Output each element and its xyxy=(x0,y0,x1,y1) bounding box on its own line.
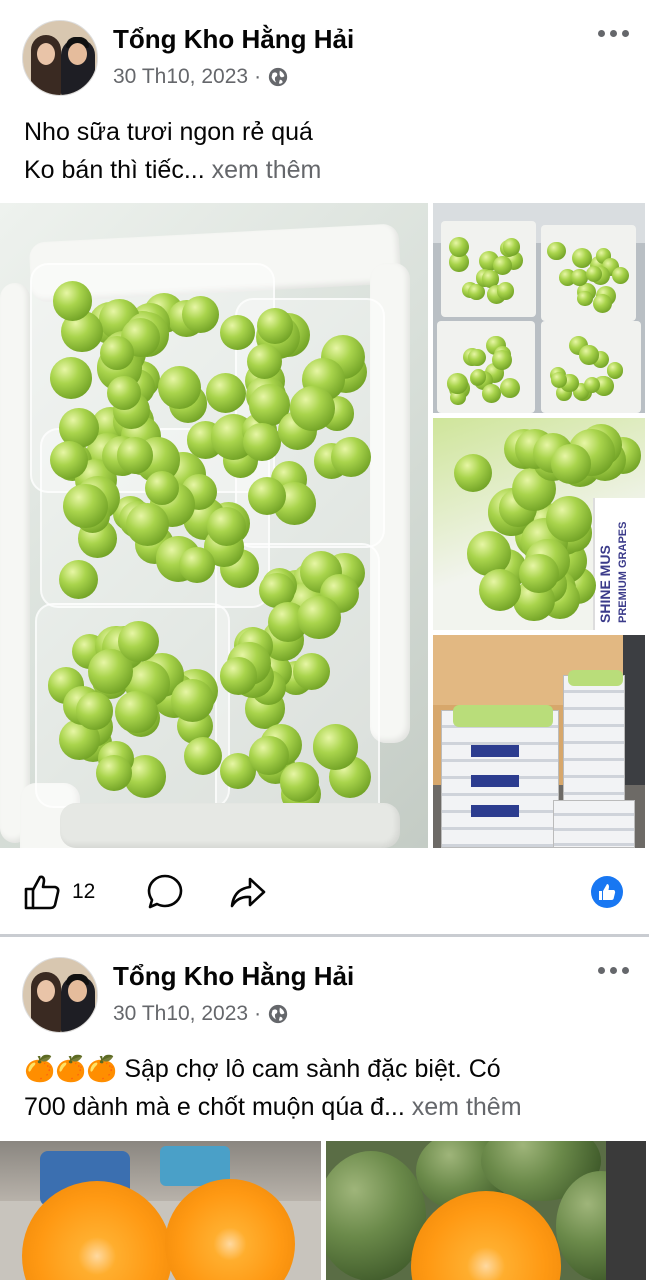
grape-decoration xyxy=(116,437,154,474)
grape-decoration xyxy=(182,295,220,333)
grape-decoration xyxy=(125,503,169,547)
avatar[interactable] xyxy=(22,20,98,96)
grape-decoration xyxy=(312,723,359,770)
post-photo-2[interactable] xyxy=(433,203,645,413)
grape-decoration xyxy=(606,362,623,379)
grape-decoration xyxy=(502,238,521,256)
grape-decoration xyxy=(330,436,371,477)
grape-decoration xyxy=(52,281,93,321)
grape-decoration xyxy=(257,308,293,344)
grape-decoration xyxy=(482,384,501,403)
box-label: SHINE MUS xyxy=(597,545,613,623)
grape-decoration xyxy=(496,282,514,300)
caption-emoji: 🍊🍊🍊 xyxy=(24,1055,118,1083)
post-photo-3[interactable]: PREMIUM GRAPES SHINE MUS xyxy=(433,418,645,630)
author-name[interactable]: Tổng Kho Hằng Hải xyxy=(113,961,354,992)
grape-decoration xyxy=(547,241,566,261)
grape-decoration xyxy=(99,335,135,371)
grape-decoration xyxy=(550,371,567,388)
grape-decoration xyxy=(449,236,470,257)
grape-decoration xyxy=(183,736,222,775)
post-photo-2[interactable] xyxy=(326,1141,646,1280)
box-label: PREMIUM GRAPES xyxy=(617,521,629,623)
globe-icon xyxy=(268,1004,288,1024)
post-photo-main[interactable] xyxy=(0,203,428,848)
caption-line: 700 dành mà e chốt muộn qúa đ... xyxy=(24,1093,405,1121)
post-date[interactable]: 30 Th10, 2023 xyxy=(113,65,248,89)
grape-decoration xyxy=(144,470,179,506)
like-button[interactable]: 12 xyxy=(22,872,95,912)
grape-decoration xyxy=(206,507,246,547)
meta-separator: · xyxy=(254,65,262,88)
grape-decoration xyxy=(157,365,201,409)
grape-decoration xyxy=(583,376,600,393)
grape-decoration xyxy=(454,453,493,492)
comment-button[interactable] xyxy=(145,872,185,912)
post-meta: 30 Th10, 2023 · xyxy=(113,1002,289,1026)
caption-line: Ko bán thì tiếc... xyxy=(24,156,205,184)
grape-decoration xyxy=(243,423,281,462)
post-actions: 12 xyxy=(0,850,649,934)
grape-decoration xyxy=(585,266,602,283)
more-options-icon[interactable] xyxy=(598,30,629,37)
grape-decoration xyxy=(468,348,486,367)
grape-decoration xyxy=(220,657,258,695)
post-photo-4[interactable] xyxy=(433,635,645,848)
post-caption: 🍊🍊🍊 Sập chợ lô cam sành đặc biệt. Có 700… xyxy=(24,1050,522,1126)
grape-decoration xyxy=(519,553,559,594)
grape-decoration xyxy=(50,440,88,479)
grape-decoration xyxy=(545,495,593,543)
grape-decoration xyxy=(279,762,320,802)
grape-decoration xyxy=(290,386,336,431)
avatar[interactable] xyxy=(22,957,98,1033)
grape-decoration xyxy=(49,356,92,399)
post-2: Tổng Kho Hằng Hải 30 Th10, 2023 · 🍊🍊🍊 Sậ… xyxy=(0,937,649,1280)
grape-decoration xyxy=(593,293,613,313)
caption-line: Sập chợ lô cam sành đặc biệt. Có xyxy=(124,1055,501,1083)
author-name[interactable]: Tổng Kho Hằng Hải xyxy=(113,24,354,55)
grape-decoration xyxy=(249,735,289,776)
post-header: Tổng Kho Hằng Hải 30 Th10, 2023 · xyxy=(0,937,649,1037)
see-more-link[interactable]: xem thêm xyxy=(412,1093,522,1121)
grape-decoration xyxy=(58,560,98,600)
post-photo-main[interactable] xyxy=(0,1141,321,1280)
grape-decoration xyxy=(297,595,341,640)
grape-decoration xyxy=(205,373,246,413)
grape-decoration xyxy=(179,547,215,583)
globe-icon xyxy=(268,67,288,87)
like-reaction-icon[interactable] xyxy=(591,876,623,908)
grape-decoration xyxy=(117,620,159,663)
grape-decoration xyxy=(493,255,513,275)
grape-decoration xyxy=(114,690,158,734)
grape-decoration xyxy=(292,652,330,690)
post-date[interactable]: 30 Th10, 2023 xyxy=(113,1002,248,1026)
grape-decoration xyxy=(579,345,599,365)
more-options-icon[interactable] xyxy=(598,967,629,974)
comment-icon xyxy=(147,874,183,909)
grape-decoration xyxy=(470,369,487,385)
post-caption: Nho sữa tươi ngon rẻ quá Ko bán thì tiếc… xyxy=(24,113,321,189)
thumbs-up-icon xyxy=(24,875,60,910)
post-meta: 30 Th10, 2023 · xyxy=(113,65,289,89)
grape-decoration xyxy=(96,755,133,792)
grape-decoration xyxy=(551,444,591,484)
caption-line: Nho sữa tươi ngon rẻ quá xyxy=(24,118,313,146)
post-header: Tổng Kho Hằng Hải 30 Th10, 2023 · xyxy=(0,0,649,100)
see-more-link[interactable]: xem thêm xyxy=(212,156,322,184)
like-count: 12 xyxy=(72,880,96,903)
grape-decoration xyxy=(447,373,469,394)
post-1: Tổng Kho Hằng Hải 30 Th10, 2023 · Nho sữ… xyxy=(0,0,649,935)
meta-separator: · xyxy=(254,1002,262,1025)
share-button[interactable] xyxy=(228,872,268,912)
grape-decoration xyxy=(572,247,593,268)
grape-decoration xyxy=(247,476,287,516)
grape-decoration xyxy=(220,314,256,350)
share-icon xyxy=(230,877,266,908)
